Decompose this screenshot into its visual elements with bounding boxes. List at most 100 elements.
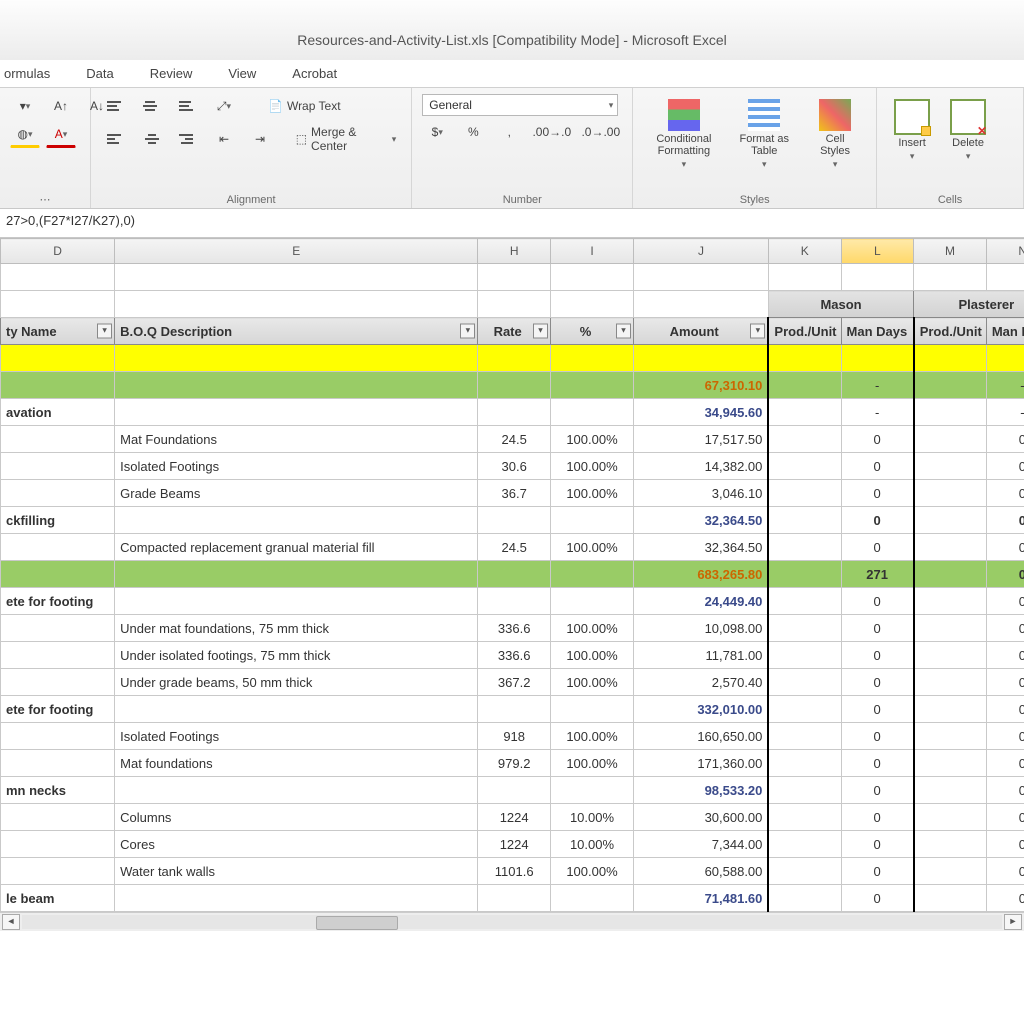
cell-activity[interactable]: mn necks [1, 777, 115, 804]
cell-boq[interactable]: Cores [115, 831, 478, 858]
cell-activity[interactable] [1, 615, 115, 642]
cell-amount[interactable]: 3,046.10 [634, 480, 769, 507]
cell-amount[interactable]: 14,382.00 [634, 453, 769, 480]
cell-plasterer-days[interactable]: 0 [986, 885, 1024, 912]
cell-activity[interactable]: ete for footing [1, 588, 115, 615]
table-row[interactable]: ete for footing24,449.4000 [1, 588, 1024, 615]
cell-amount[interactable]: 683,265.80 [634, 561, 769, 588]
cell-mason-prod[interactable] [768, 507, 841, 534]
formula-bar[interactable]: 27>0,(F27*I27/K27),0) [0, 209, 1024, 238]
menu-view[interactable]: View [228, 66, 256, 81]
cell-rate[interactable] [478, 507, 551, 534]
cell-plasterer-prod[interactable] [914, 480, 987, 507]
cell-amount[interactable]: 17,517.50 [634, 426, 769, 453]
cell-mason-prod[interactable] [768, 777, 841, 804]
cell-amount[interactable]: 332,010.00 [634, 696, 769, 723]
cell-boq[interactable]: Under mat foundations, 75 mm thick [115, 615, 478, 642]
cell-mason-prod[interactable] [768, 669, 841, 696]
spreadsheet-grid[interactable]: D E H I J K L M N Mason Plasterer ty Nam… [0, 238, 1024, 912]
cell-boq[interactable] [115, 399, 478, 426]
cell-amount[interactable]: 7,344.00 [634, 831, 769, 858]
cell-activity[interactable] [1, 453, 115, 480]
cell-amount[interactable]: 30,600.00 [634, 804, 769, 831]
cell-rate[interactable]: 367.2 [478, 669, 551, 696]
cell-mason-prod[interactable] [768, 345, 841, 372]
cell-plasterer-prod[interactable] [914, 588, 987, 615]
cell-pct[interactable]: 100.00% [550, 426, 633, 453]
percent-format-icon[interactable]: % [458, 120, 488, 144]
increase-decimal-icon[interactable]: .00→.0 [530, 120, 573, 144]
cell-plasterer-prod[interactable] [914, 885, 987, 912]
cell-plasterer-prod[interactable] [914, 777, 987, 804]
cell-boq[interactable] [115, 588, 478, 615]
decrease-indent-icon[interactable]: ⇤ [209, 127, 239, 151]
cell-pct[interactable] [550, 696, 633, 723]
cell-mason-prod[interactable] [768, 804, 841, 831]
cell-amount[interactable]: 34,945.60 [634, 399, 769, 426]
cell-pct[interactable] [550, 507, 633, 534]
cell-pct[interactable]: 100.00% [550, 858, 633, 885]
format-as-table-button[interactable]: Format as Table [728, 94, 800, 175]
table-row[interactable]: avation34,945.60-- [1, 399, 1024, 426]
table-row[interactable]: Cores122410.00%7,344.0000 [1, 831, 1024, 858]
cell-plasterer-prod[interactable] [914, 858, 987, 885]
cell-activity[interactable]: ckfilling [1, 507, 115, 534]
fill-color-icon[interactable]: ◍ [10, 122, 40, 148]
cell-mason-days[interactable]: 0 [841, 831, 914, 858]
cell-boq[interactable]: Grade Beams [115, 480, 478, 507]
cell-plasterer-prod[interactable] [914, 669, 987, 696]
cell-plasterer-prod[interactable] [914, 561, 987, 588]
cell-mason-prod[interactable] [768, 426, 841, 453]
cell-rate[interactable]: 336.6 [478, 615, 551, 642]
cell-mason-prod[interactable] [768, 642, 841, 669]
table-row[interactable]: mn necks98,533.2000 [1, 777, 1024, 804]
delete-cells-button[interactable]: Delete [943, 94, 993, 167]
cell-mason-prod[interactable] [768, 588, 841, 615]
cell-rate[interactable] [478, 777, 551, 804]
cell-rate[interactable]: 979.2 [478, 750, 551, 777]
table-row[interactable]: le beam71,481.6000 [1, 885, 1024, 912]
cell-mason-days[interactable]: 0 [841, 615, 914, 642]
table-row[interactable] [1, 345, 1024, 372]
align-right-icon[interactable] [173, 127, 203, 151]
table-row[interactable]: Under mat foundations, 75 mm thick336.6 1… [1, 615, 1024, 642]
cell-plasterer-prod[interactable] [914, 399, 987, 426]
cell-boq[interactable] [115, 372, 478, 399]
accounting-format-icon[interactable]: $ [422, 120, 452, 144]
table-row[interactable]: Compacted replacement granual material f… [1, 534, 1024, 561]
cell-plasterer-days[interactable]: - [986, 399, 1024, 426]
scroll-thumb[interactable] [316, 916, 398, 930]
cell-mason-days[interactable]: 0 [841, 642, 914, 669]
cell-plasterer-days[interactable]: 0 [986, 588, 1024, 615]
cell-mason-prod[interactable] [768, 831, 841, 858]
cell-plasterer-days[interactable]: 0 [986, 453, 1024, 480]
cell-plasterer-days[interactable]: 0 [986, 615, 1024, 642]
cell-plasterer-prod[interactable] [914, 642, 987, 669]
cell-plasterer-days[interactable]: 0 [986, 696, 1024, 723]
cell-rate[interactable]: 1101.6 [478, 858, 551, 885]
cell-mason-days[interactable] [841, 345, 914, 372]
cell-activity[interactable] [1, 426, 115, 453]
column-headers[interactable]: D E H I J K L M N [1, 239, 1024, 264]
colhdr-k[interactable]: K [768, 239, 841, 264]
cell-amount[interactable]: 10,098.00 [634, 615, 769, 642]
table-row[interactable]: Under isolated footings, 75 mm thick336.… [1, 642, 1024, 669]
table-row[interactable]: Mat Foundations24.5100.00%17,517.5000 [1, 426, 1024, 453]
cell-rate[interactable]: 24.5 [478, 534, 551, 561]
colhdr-h[interactable]: H [478, 239, 551, 264]
cell-plasterer-days[interactable]: 0 [986, 534, 1024, 561]
menu-formulas[interactable]: ormulas [4, 66, 50, 81]
cell-rate[interactable]: 24.5 [478, 426, 551, 453]
cell-boq[interactable] [115, 507, 478, 534]
cell-plasterer-days[interactable]: 0 [986, 426, 1024, 453]
cell-mason-days[interactable]: 0 [841, 426, 914, 453]
cell-activity[interactable] [1, 750, 115, 777]
cell-amount[interactable]: 32,364.50 [634, 507, 769, 534]
cell-rate[interactable] [478, 561, 551, 588]
cell-activity[interactable]: avation [1, 399, 115, 426]
colhdr-l[interactable]: L [841, 239, 914, 264]
cell-mason-days[interactable]: 0 [841, 777, 914, 804]
align-center-icon[interactable] [137, 127, 167, 151]
cell-pct[interactable] [550, 372, 633, 399]
cell-rate[interactable] [478, 885, 551, 912]
